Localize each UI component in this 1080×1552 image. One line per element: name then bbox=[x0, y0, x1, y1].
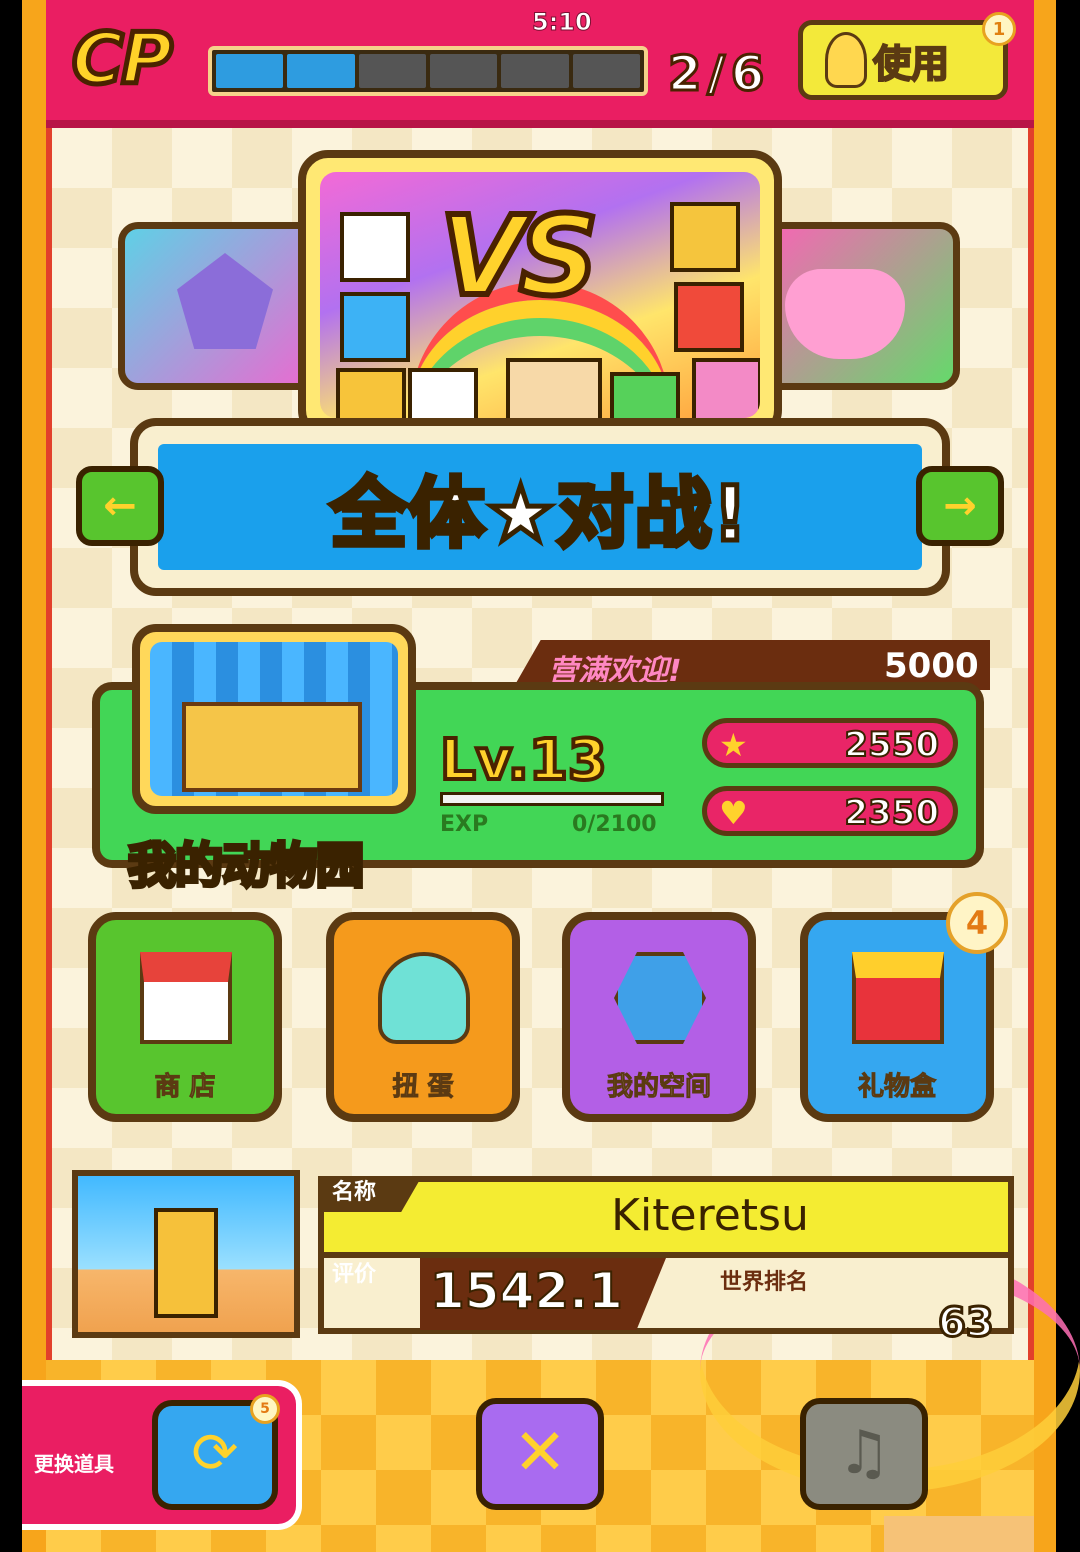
potion-count-badge: 1 bbox=[982, 12, 1016, 46]
cp-segment bbox=[216, 54, 284, 88]
potion-icon bbox=[825, 32, 867, 88]
use-button-label: 使用 bbox=[872, 41, 950, 87]
rabbit-icon bbox=[340, 212, 410, 282]
swap-icon: ⟳ bbox=[191, 1421, 239, 1486]
mode-title-bar[interactable]: 全体★对战! bbox=[158, 444, 922, 570]
cp-segment bbox=[572, 54, 640, 88]
close-button[interactable]: ✕ bbox=[476, 1398, 604, 1510]
music-note-icon: ♫ bbox=[837, 1418, 891, 1488]
dolphin-icon bbox=[340, 292, 410, 362]
heart-stat: ♥ 2350 bbox=[702, 786, 958, 836]
vs-logo: VS bbox=[437, 189, 601, 323]
close-icon: ✕ bbox=[513, 1416, 567, 1490]
cp-segment bbox=[429, 54, 498, 88]
cp-count: 2/6 bbox=[666, 45, 771, 104]
exp-label: EXP bbox=[440, 812, 489, 837]
prev-mode-button[interactable]: ← bbox=[76, 466, 164, 546]
exp-value: 0/2100 bbox=[572, 812, 657, 837]
corner-decoration bbox=[884, 1516, 1034, 1552]
cp-segment bbox=[287, 54, 355, 88]
cp-segment bbox=[358, 54, 426, 88]
swap-item-label: 更换道具 bbox=[34, 1452, 114, 1476]
shop-button[interactable]: 商 店 bbox=[88, 912, 282, 1122]
room-icon bbox=[614, 952, 706, 1044]
heart-vs-icon bbox=[785, 269, 905, 359]
gacha-button[interactable]: 扭 蛋 bbox=[326, 912, 520, 1122]
player-avatar[interactable] bbox=[72, 1170, 300, 1338]
zookeeper-icon bbox=[506, 358, 602, 418]
mode-card-prev[interactable] bbox=[118, 222, 318, 390]
gift-box-label: 礼物盒 bbox=[857, 1072, 936, 1103]
gift-icon bbox=[852, 952, 944, 1044]
vs-artwork: VS bbox=[320, 172, 760, 418]
exp-bar bbox=[440, 792, 664, 806]
heart-icon: ♥ bbox=[719, 794, 748, 832]
cp-segment bbox=[501, 54, 569, 88]
shop-label: 商 店 bbox=[154, 1072, 216, 1103]
star-icon: ★ bbox=[719, 726, 748, 764]
monkey-icon bbox=[674, 282, 744, 352]
zoo-name: 我的动物园 bbox=[126, 836, 366, 896]
cp-bar: CP 5:10 2/6 使用 1 bbox=[46, 0, 1034, 128]
gacha-icon bbox=[378, 952, 470, 1044]
gacha-label: 扭 蛋 bbox=[392, 1072, 454, 1103]
next-mode-button[interactable]: → bbox=[916, 466, 1004, 546]
giraffe-avatar-icon bbox=[154, 1208, 218, 1318]
cp-gauge bbox=[208, 46, 648, 96]
lion-icon bbox=[336, 368, 406, 418]
cp-label: CP bbox=[70, 16, 176, 103]
music-toggle-button[interactable]: ♫ bbox=[800, 1398, 928, 1510]
shop-icon bbox=[140, 952, 232, 1044]
star-value: 2550 bbox=[843, 724, 940, 766]
zoo-bonus-value: 5000 bbox=[884, 646, 979, 686]
home-pentagon-icon bbox=[177, 253, 273, 349]
world-rank-label: 世界排名 bbox=[720, 1270, 809, 1295]
cp-timer: 5:10 bbox=[532, 8, 593, 37]
arrow-right-icon: → bbox=[943, 483, 977, 529]
mode-banner: 全体★对战! bbox=[130, 418, 950, 596]
player-rating-label: 评价 bbox=[332, 1262, 377, 1287]
use-potion-button[interactable]: 使用 bbox=[798, 20, 1008, 100]
gift-count-badge: 4 bbox=[946, 892, 1008, 954]
player-name: Kiteretsu bbox=[611, 1190, 809, 1241]
pig-icon bbox=[692, 358, 760, 418]
mode-card-current[interactable]: VS bbox=[298, 150, 782, 440]
world-rank: 63 bbox=[937, 1299, 996, 1348]
heart-value: 2350 bbox=[843, 792, 940, 834]
mode-title: 全体★对战! bbox=[328, 467, 750, 561]
mode-card-next[interactable] bbox=[760, 222, 960, 390]
my-room-button[interactable]: 我的空间 bbox=[562, 912, 756, 1122]
zoo-level: Lv.13 bbox=[438, 726, 609, 795]
player-rating: 1542.1 bbox=[429, 1261, 624, 1321]
crocodile-icon bbox=[610, 372, 680, 418]
castle-icon bbox=[182, 702, 362, 792]
star-stat: ★ 2550 bbox=[702, 718, 958, 768]
my-room-label: 我的空间 bbox=[606, 1072, 711, 1103]
zoo-gate-button[interactable] bbox=[132, 624, 416, 814]
arrow-left-icon: ← bbox=[103, 483, 137, 529]
swap-count-badge: 5 bbox=[250, 1394, 280, 1424]
zoo-gate-icon bbox=[150, 642, 398, 796]
giraffe-icon bbox=[670, 202, 740, 272]
panda-icon bbox=[408, 368, 478, 418]
